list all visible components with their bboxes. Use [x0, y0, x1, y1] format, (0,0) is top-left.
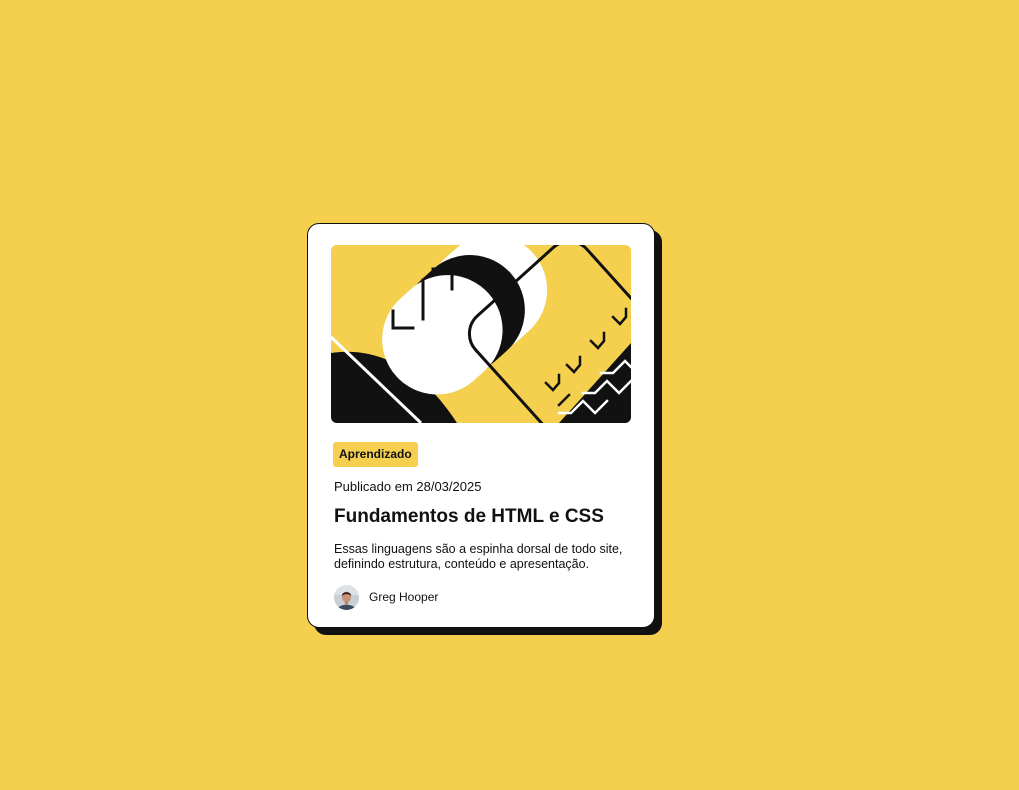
- article-description: Essas linguagens são a espinha dorsal de…: [334, 542, 623, 571]
- illustration-graphic: [331, 245, 631, 423]
- blog-preview-card: Aprendizado Publicado em 28/03/2025 Fund…: [307, 223, 655, 628]
- author-name: Greg Hooper: [369, 590, 439, 604]
- author-info: Greg Hooper: [334, 584, 438, 610]
- avatar: [334, 584, 359, 610]
- category-tag: Aprendizado: [333, 442, 418, 467]
- publish-date: Publicado em 28/03/2025: [334, 479, 482, 494]
- article-title[interactable]: Fundamentos de HTML e CSS: [334, 506, 604, 528]
- avatar-photo-icon: [334, 584, 359, 610]
- article-illustration: [331, 245, 631, 423]
